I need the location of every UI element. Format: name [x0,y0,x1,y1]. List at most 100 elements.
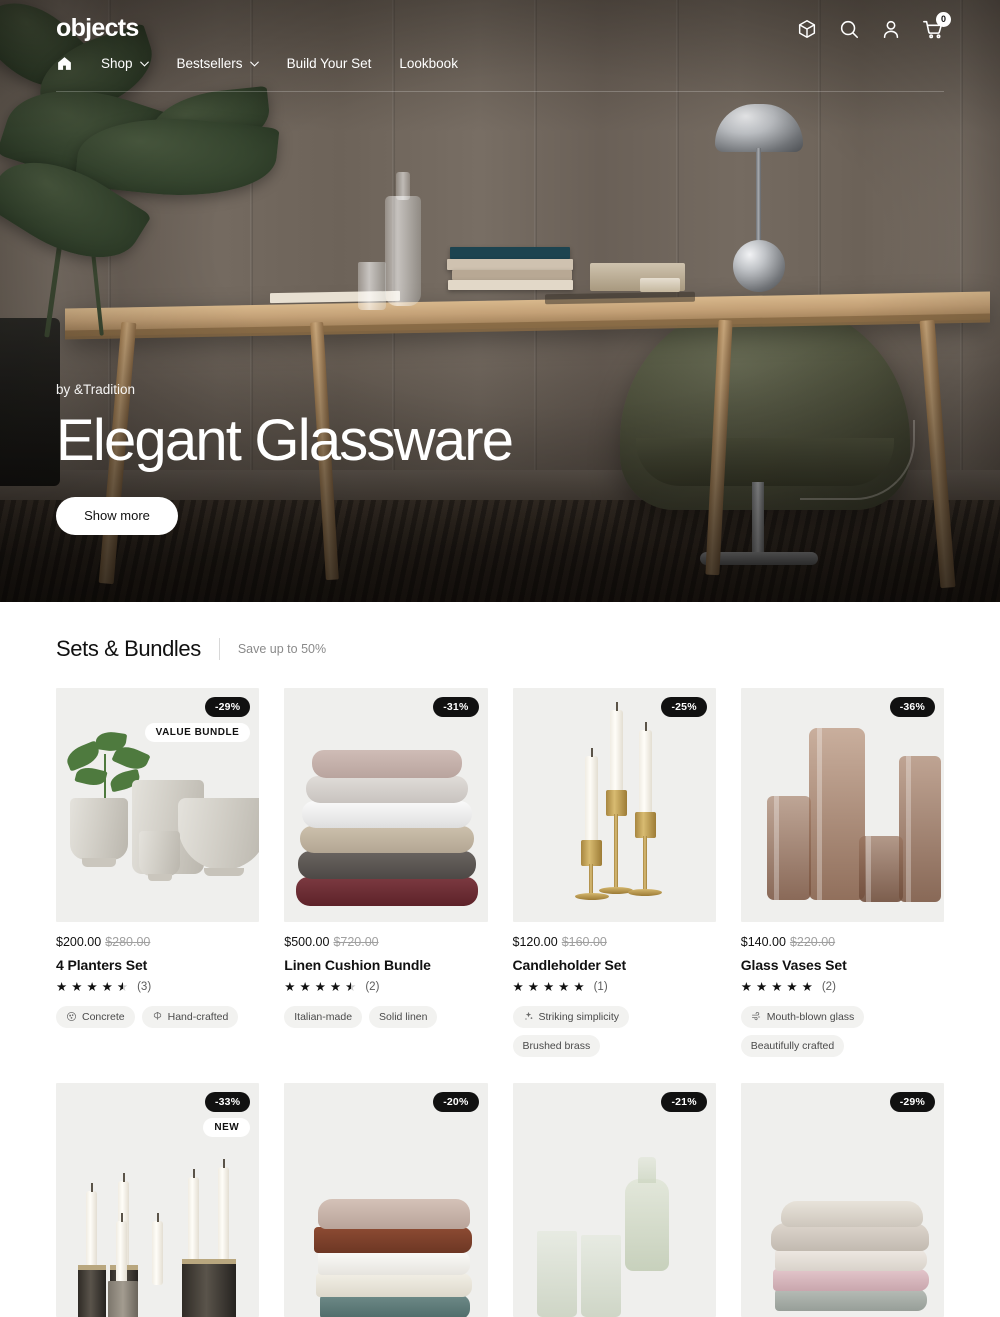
tag-label: Beautifully crafted [750,1039,835,1052]
badge-group: -33% NEW [203,1091,251,1137]
badge-group: -36% [889,697,935,717]
product-tag: Solid linen [369,1005,438,1028]
rating-row: ★ ★ ★ ★ ★ (1) [513,981,716,994]
product-tag: Italian-made [284,1005,363,1028]
site-header: objects 0 Shop Bestsellers Build Your Se… [0,0,1000,92]
product-card[interactable]: -29% VALUE BUNDLE $200.00 $280.00 4 Plant… [56,688,260,1057]
product-title[interactable]: 4 Planters Set [56,957,259,973]
nav-item-label: Build Your Set [286,56,372,71]
show-more-button[interactable]: Show more [56,496,178,535]
product-title[interactable]: Linen Cushion Bundle [284,957,487,973]
product-image-dark-candleholders[interactable]: -33% NEW [56,1082,260,1317]
section-divider [218,638,220,660]
price-original: $160.00 [561,935,607,949]
tag-group: Italian-made Solid linen [284,1005,487,1028]
chevron-down-icon [249,61,259,67]
header-icon-group: 0 [796,11,951,40]
nav-item-bestsellers[interactable]: Bestsellers [177,56,259,71]
product-image-towels-pastel[interactable]: -29% [740,1082,944,1317]
nav-divider [56,91,944,92]
product-image-cushions[interactable]: -31% [284,688,488,922]
discount-badge: -31% [433,697,479,717]
product-image-candleholders[interactable]: -25% [512,688,716,922]
product-tag: Beautifully crafted [740,1034,845,1057]
nav-item-label: Lookbook [399,56,458,71]
tag-group: Mouth-blown glass Beautifully crafted [740,1005,944,1057]
price-row: $120.00 $160.00 [513,935,716,949]
product-image-vases[interactable]: -36% [740,688,944,922]
home-icon[interactable] [56,55,73,72]
review-count: (2) [365,981,380,994]
discount-badge: -29% [204,697,251,717]
hero-eyebrow: by &Tradition [56,382,136,397]
price-row: $140.00 $220.00 [741,935,944,949]
product-card[interactable]: -36% $140.00 $220.00 Glass Vases Set ★ ★ ★ ★… [740,688,944,1057]
discount-badge: -33% [204,1091,251,1112]
badge-group: -25% [661,697,707,717]
chevron-down-icon [139,61,149,67]
tag-label: Hand-crafted [167,1010,229,1023]
rating-row: ★ ★ ★ ★ ★ (3) [56,981,259,994]
sets-and-bundles-section: Sets & Bundles Save up to 50% -29% VALUE… [0,602,1000,1317]
review-count: (3) [137,981,152,994]
carafe-graphic [624,1156,669,1271]
nav-item-shop[interactable]: Shop [101,56,149,71]
star-rating: ★ ★ ★ ★ ★ [740,980,814,994]
badge-group: -20% [433,1091,479,1112]
section-title: Sets & Bundles [56,636,201,661]
package-icon[interactable] [796,18,818,40]
product-card[interactable]: -20% [284,1082,488,1317]
value-bundle-badge: VALUE BUNDLE [144,723,251,742]
badge-group: -29% [889,1091,935,1112]
product-title[interactable]: Candleholder Set [513,957,716,973]
product-image-glass-carafe[interactable]: -21% [512,1082,716,1317]
rating-row: ★ ★ ★ ★ ★ (2) [284,981,487,994]
nav-item-lookbook[interactable]: Lookbook [399,56,458,71]
sparkle-icon [524,1011,532,1020]
product-tag: Mouth-blown glass [740,1005,865,1028]
cart-count-badge: 0 [936,11,951,27]
product-card[interactable]: -33% NEW [56,1082,260,1317]
badge-group: -29% VALUE BUNDLE [144,697,251,742]
product-card[interactable]: -21% [512,1082,716,1317]
star-rating: ★ ★ ★ ★ ★ [284,980,358,994]
tag-group: Striking simplicity Brushed brass [512,1005,716,1057]
rating-row: ★ ★ ★ ★ ★ (2) [741,981,944,994]
tag-label: Mouth-blown glass [766,1010,855,1023]
nav-item-build-your-set[interactable]: Build Your Set [287,56,372,71]
tag-label: Concrete [82,1010,125,1023]
product-title[interactable]: Glass Vases Set [741,957,944,973]
account-icon[interactable] [880,18,902,40]
cart-icon[interactable]: 0 [922,11,951,40]
product-image-towels-warm[interactable]: -20% [284,1082,488,1317]
brand-logo[interactable]: objects [56,14,139,43]
discount-badge: -29% [889,1091,935,1112]
search-icon[interactable] [838,18,860,40]
handcraft-icon [153,1012,161,1020]
product-tag: Striking simplicity [512,1005,630,1028]
tag-group: Concrete Hand-crafted [56,1005,259,1028]
price-row: $200.00 $280.00 [56,935,259,949]
discount-badge: -25% [661,697,707,717]
nav-item-label: Bestsellers [176,56,243,71]
product-image-planters[interactable]: -29% VALUE BUNDLE [56,688,260,922]
section-subtitle: Save up to 50% [237,642,327,656]
price-current: $120.00 [512,935,558,949]
product-grid: -29% VALUE BUNDLE $200.00 $280.00 4 Plant… [56,688,944,1317]
star-rating: ★ ★ ★ ★ ★ [56,980,130,994]
tag-label: Brushed brass [522,1039,591,1052]
price-current: $140.00 [740,935,786,949]
blow-icon [751,1012,760,1021]
product-card[interactable]: -25% $120.00 $160.00 Candleholder Set ★ ★ ★… [512,688,716,1057]
product-card[interactable]: -29% [740,1082,944,1317]
price-row: $500.00 $720.00 [284,935,487,949]
price-current: $200.00 [56,935,102,949]
product-card[interactable]: -31% $500.00 $720.00 Linen Cushion Bundle… [284,688,488,1057]
badge-group: -21% [661,1091,707,1112]
product-tag: Concrete [56,1005,135,1028]
review-count: (2) [821,981,836,994]
hero-content: by &Tradition Elegant Glassware Show mor… [56,382,514,535]
new-badge: NEW [203,1117,251,1137]
badge-group: -31% [433,697,479,717]
product-tag: Hand-crafted [141,1005,239,1028]
